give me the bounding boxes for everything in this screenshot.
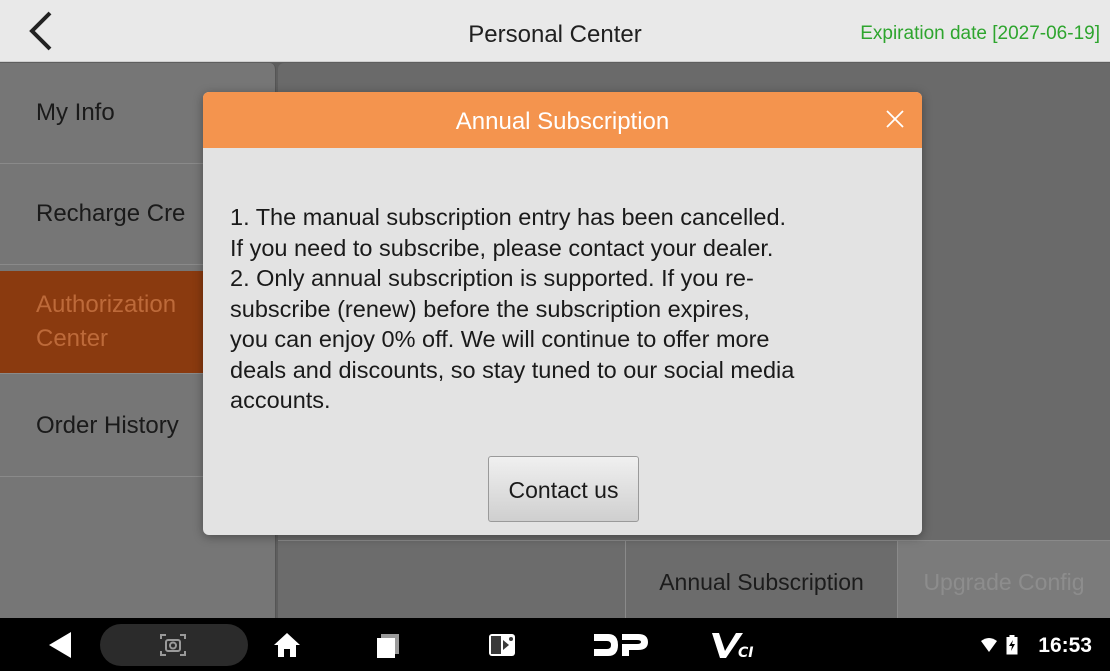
sidebar-item-label: Authorization Center bbox=[36, 291, 177, 352]
screenshot-icon bbox=[160, 634, 186, 656]
dialog-line: 1. The manual subscription entry has bee… bbox=[230, 204, 787, 230]
dialog-title: Annual Subscription bbox=[455, 108, 670, 135]
recents-button[interactable] bbox=[374, 631, 402, 659]
home-icon bbox=[274, 633, 300, 657]
wifi-icon bbox=[981, 638, 997, 652]
close-icon bbox=[886, 110, 904, 128]
sidebar-item-label: Recharge Cre bbox=[36, 200, 186, 227]
bottom-tab-bar: Annual Subscription Upgrade Config bbox=[278, 540, 1110, 619]
screenshot-button[interactable] bbox=[100, 624, 248, 666]
dp-logo-icon bbox=[594, 634, 648, 656]
system-nav-bar: CI 16:53 bbox=[0, 618, 1110, 671]
tab-annual-subscription[interactable]: Annual Subscription bbox=[625, 541, 897, 619]
dialog-message: 1. The manual subscription entry has bee… bbox=[230, 202, 910, 416]
expiration-date: Expiration date [2027-06-19] bbox=[860, 23, 1100, 44]
recents-icon bbox=[377, 634, 399, 658]
nav-back-icon bbox=[49, 632, 71, 658]
app-shortcut-button[interactable] bbox=[486, 629, 518, 661]
dialog-line: If you need to subscribe, please contact… bbox=[230, 234, 774, 261]
home-button[interactable] bbox=[272, 630, 302, 660]
top-bar: Personal Center Expiration date [2027-06… bbox=[0, 0, 1110, 62]
diagnostic-app-icon bbox=[489, 634, 515, 656]
dialog-line: 2. Only annual subscription is supported… bbox=[230, 265, 754, 291]
dialog-line: deals and discounts, so stay tuned to ou… bbox=[230, 356, 795, 383]
nav-back-button[interactable] bbox=[44, 629, 76, 661]
vci-icon: CI bbox=[712, 633, 753, 660]
contact-us-button[interactable]: Contact us bbox=[488, 456, 639, 522]
dialog-line: subscribe (renew) before the subscriptio… bbox=[230, 295, 750, 322]
dp-app-button[interactable] bbox=[592, 630, 650, 660]
clock: 16:53 bbox=[1038, 634, 1092, 657]
status-icons bbox=[980, 634, 1018, 656]
dialog-header: Annual Subscription bbox=[203, 92, 922, 148]
dialog-close-button[interactable] bbox=[882, 106, 908, 132]
svg-text:CI: CI bbox=[738, 645, 753, 660]
vci-app-button[interactable]: CI bbox=[710, 630, 760, 660]
battery-icon bbox=[1006, 635, 1018, 655]
subscription-dialog: Annual Subscription 1. The manual subscr… bbox=[203, 92, 922, 535]
sidebar-item-label: Order History bbox=[36, 412, 179, 439]
dialog-line: accounts. bbox=[230, 387, 331, 413]
dialog-line: you can enjoy 0% off. We will continue t… bbox=[230, 326, 770, 352]
sidebar-item-label: My Info bbox=[36, 99, 115, 126]
tab-upgrade-config[interactable]: Upgrade Config bbox=[897, 541, 1110, 619]
